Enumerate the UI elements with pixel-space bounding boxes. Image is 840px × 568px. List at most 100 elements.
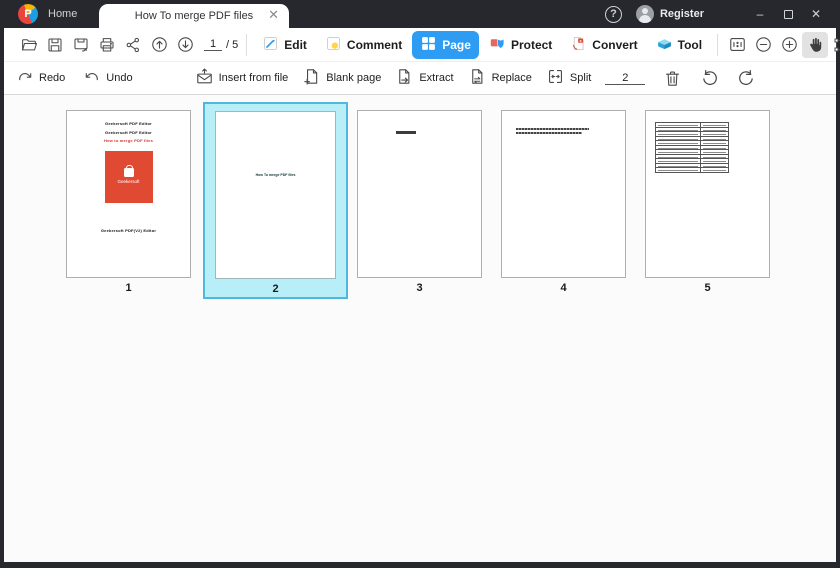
mini-table [654, 122, 729, 173]
document-tab[interactable]: How To merge PDF files ✕ [99, 4, 289, 28]
page1-red-line: How to merge PDF files [103, 138, 154, 143]
tab-convert[interactable]: x Convert [562, 31, 645, 59]
blank-page-label: Blank page [326, 72, 382, 84]
hand-tool-button[interactable] [802, 31, 829, 58]
page-4-preview [501, 110, 626, 278]
page-thumbnails-area: Geekersoft PDF Editor Geekersoft PDF Edi… [4, 95, 836, 562]
rotate-right-button[interactable] [733, 65, 759, 91]
toolbar-divider [717, 33, 719, 56]
toolbox-icon [656, 35, 673, 55]
tab-edit[interactable]: Edit [254, 31, 315, 59]
tab-comment[interactable]: Comment [317, 31, 410, 59]
maximize-button[interactable] [774, 0, 802, 28]
redo-label: Redo [39, 72, 66, 84]
page-thumbnail-3[interactable]: 3 [357, 110, 482, 294]
page-number-label: 4 [560, 282, 567, 294]
save-as-icon [72, 36, 90, 54]
tab-protect[interactable]: Protect [481, 31, 560, 59]
save-icon [46, 36, 64, 54]
page-grid-icon [420, 35, 437, 55]
page-number-label: 3 [416, 282, 423, 294]
fit-width-button[interactable] [724, 32, 750, 58]
tab-comment-label: Comment [346, 37, 403, 52]
tab-close-icon[interactable]: ✕ [268, 7, 279, 23]
print-button[interactable] [94, 32, 120, 58]
toolbar-divider [246, 33, 248, 56]
previous-page-button[interactable] [146, 32, 172, 58]
page4-text-line [516, 132, 582, 134]
page-thumbnail-5[interactable]: 5 [645, 110, 770, 294]
select-area-button[interactable] [828, 32, 840, 58]
titlebar: P Home How To merge PDF files ✕ ? Regist… [4, 0, 836, 28]
split-count-input[interactable] [605, 71, 646, 85]
page4-text-line [516, 128, 589, 130]
trash-icon [663, 69, 682, 88]
tab-title: How To merge PDF files [134, 10, 254, 22]
redo-button[interactable]: Redo [16, 68, 65, 89]
page-tools-toolbar: Redo Undo Insert from file Blank page Ex… [4, 62, 836, 95]
minimize-button[interactable]: – [746, 0, 774, 28]
tab-page[interactable]: Page [412, 30, 479, 59]
save-as-button[interactable] [68, 32, 94, 58]
tab-tool[interactable]: Tool [648, 31, 710, 59]
zoom-out-button[interactable] [750, 32, 776, 58]
share-button[interactable] [120, 32, 146, 58]
rotate-left-button[interactable] [697, 65, 723, 91]
protect-shield-icon [489, 35, 506, 55]
minus-circle-icon [754, 35, 773, 54]
page-number-input[interactable] [204, 38, 222, 51]
page1-logo-box: Geekersoft [104, 150, 153, 203]
close-button[interactable]: ✕ [802, 0, 830, 28]
page1-logo-text: Geekersoft [117, 179, 140, 185]
close-icon: ✕ [810, 7, 822, 21]
zoom-in-button[interactable] [776, 32, 802, 58]
plus-circle-icon [780, 35, 799, 54]
page-number-label: 5 [704, 282, 711, 294]
titlebar-right: ? Register – ✕ [604, 0, 830, 28]
page-number-label: 1 [125, 282, 132, 294]
tab-edit-label: Edit [284, 37, 307, 52]
page-thumbnail-1[interactable]: Geekersoft PDF Editor Geekersoft PDF Edi… [66, 110, 191, 294]
next-page-button[interactable] [172, 32, 198, 58]
page-thumbnail-2-selected[interactable]: How To merge PDF files 2 [203, 102, 348, 299]
minimize-icon: – [756, 7, 764, 21]
selection-frame-icon [832, 36, 840, 54]
split-label: Split [569, 72, 592, 84]
delete-page-button[interactable] [659, 65, 685, 91]
window-controls: – ✕ [746, 0, 830, 28]
page-replace-icon [468, 67, 487, 89]
extract-button[interactable]: Extract [395, 67, 454, 89]
help-button[interactable]: ? [604, 5, 622, 23]
page-3-preview [357, 110, 482, 278]
page1-title-line: Geekersoft PDF Editor [105, 129, 152, 135]
split-pages-icon [546, 67, 565, 89]
comment-note-icon [325, 35, 342, 55]
page-5-preview [645, 110, 770, 278]
convert-file-icon: x [570, 35, 587, 55]
thumbnail-row: Geekersoft PDF Editor Geekersoft PDF Edi… [66, 95, 836, 299]
register-button[interactable]: Register [635, 5, 704, 23]
tab-protect-label: Protect [510, 37, 553, 52]
replace-button[interactable]: Replace [468, 67, 532, 89]
insert-from-file-button[interactable]: Insert from file [195, 67, 288, 89]
arrow-down-circle-icon [176, 35, 195, 54]
tab-page-label: Page [442, 37, 471, 52]
rotate-ccw-icon [700, 68, 720, 88]
split-button[interactable]: Split [546, 67, 591, 89]
page1-footer-line: Geekersoft PDF(V2) Editor [100, 227, 157, 233]
hand-icon [806, 36, 824, 54]
open-file-button[interactable] [16, 32, 42, 58]
page3-text-line [396, 131, 416, 134]
save-button[interactable] [42, 32, 68, 58]
insert-envelope-icon [195, 67, 214, 89]
edit-pencil-icon [262, 35, 279, 55]
redo-icon [16, 68, 34, 89]
blank-page-button[interactable]: Blank page [302, 67, 381, 89]
avatar-icon [635, 5, 654, 23]
home-menu[interactable]: Home [48, 8, 77, 20]
page-thumbnail-4[interactable]: 4 [501, 110, 626, 294]
question-icon: ? [610, 8, 617, 20]
printer-icon [98, 36, 116, 54]
undo-button[interactable]: Undo [83, 68, 133, 89]
maximize-icon [783, 9, 793, 19]
